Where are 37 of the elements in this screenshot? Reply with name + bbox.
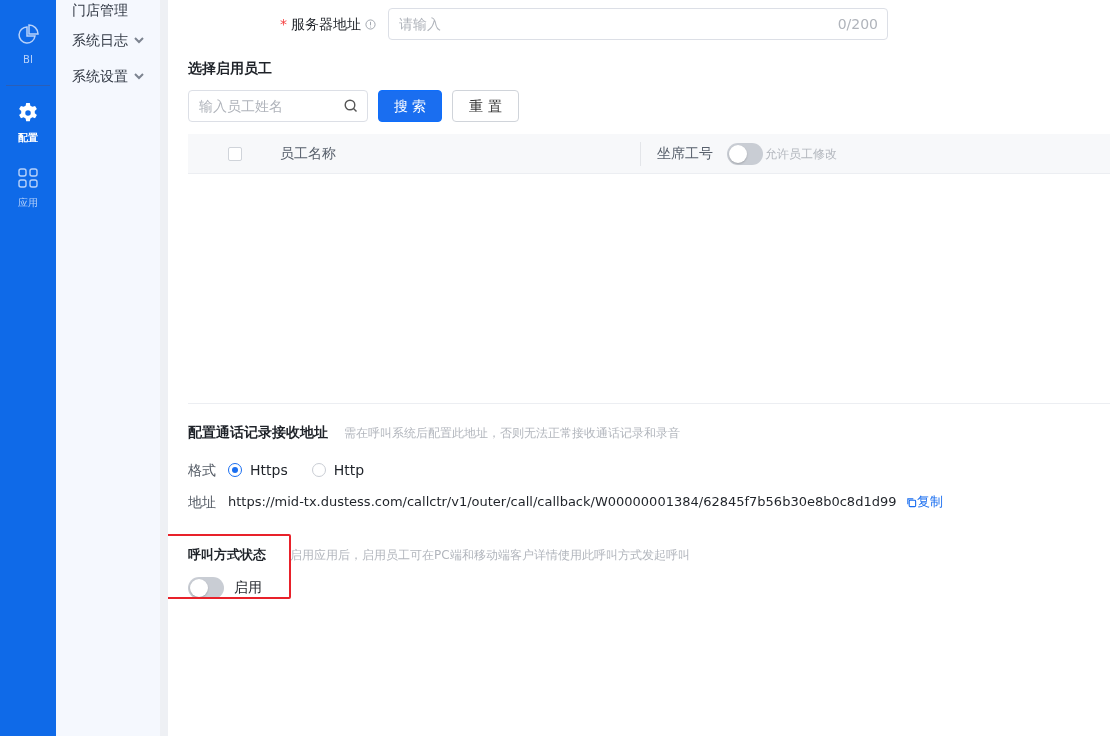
chevron-down-icon bbox=[134, 36, 144, 44]
menu-item[interactable]: 系统日志 bbox=[56, 22, 144, 58]
field-label: 地址 bbox=[188, 492, 216, 512]
menu-item[interactable]: 门店管理 bbox=[56, 0, 128, 22]
toggle-label: 允许员工修改 bbox=[765, 145, 837, 163]
settings-icon bbox=[17, 102, 39, 124]
nav-item[interactable]: 配置 bbox=[0, 102, 56, 145]
hint-text: 需在呼叫系统后配置此地址，否则无法正常接收通话记录和录音 bbox=[344, 425, 680, 442]
field-label: 格式 bbox=[188, 460, 216, 480]
search-icon bbox=[344, 99, 358, 113]
radio-option[interactable]: Http bbox=[311, 459, 365, 481]
section-title: 呼叫方式状态 bbox=[188, 546, 266, 564]
section-title: 配置通话记录接收地址 bbox=[188, 423, 328, 442]
chevron-down-icon bbox=[134, 72, 144, 80]
search-field[interactable]: 输入员工姓名 bbox=[188, 90, 368, 122]
char-counter: 0/200 bbox=[837, 14, 878, 34]
search-button[interactable]: 搜 索 bbox=[378, 90, 443, 122]
copy-icon bbox=[906, 496, 918, 508]
section-title: 选择启用员工 bbox=[188, 59, 273, 78]
menu-item[interactable]: 系统设置 bbox=[56, 58, 144, 94]
toggle-label: 启用 bbox=[234, 578, 262, 597]
copy-link[interactable]: 复制 bbox=[906, 492, 944, 512]
radio-option[interactable]: Https bbox=[228, 459, 288, 481]
pie-chart-icon bbox=[17, 24, 39, 46]
radio-button[interactable] bbox=[228, 463, 242, 477]
column-header: 员工名称 bbox=[280, 144, 337, 163]
callback-url: https://mid-tx.dustess.com/callctr/v1/outer/call/callback/W00000001384/62845f7b56b30e8b0c8d1d99 bbox=[228, 493, 897, 512]
required-mark: * bbox=[280, 14, 287, 34]
allow-edit-toggle[interactable] bbox=[727, 142, 763, 165]
grid-icon bbox=[17, 167, 39, 189]
hint-text: 启用应用后，启用员工可在PC端和移动端客户详情使用此呼叫方式发起呼叫 bbox=[290, 547, 690, 564]
select-all-checkbox[interactable] bbox=[228, 146, 242, 161]
info-icon bbox=[365, 18, 376, 30]
field-label: 服务器地址 bbox=[291, 14, 361, 34]
column-header: 坐席工号 bbox=[657, 144, 713, 163]
reset-button[interactable]: 重 置 bbox=[452, 90, 519, 122]
status-toggle[interactable] bbox=[188, 576, 224, 599]
